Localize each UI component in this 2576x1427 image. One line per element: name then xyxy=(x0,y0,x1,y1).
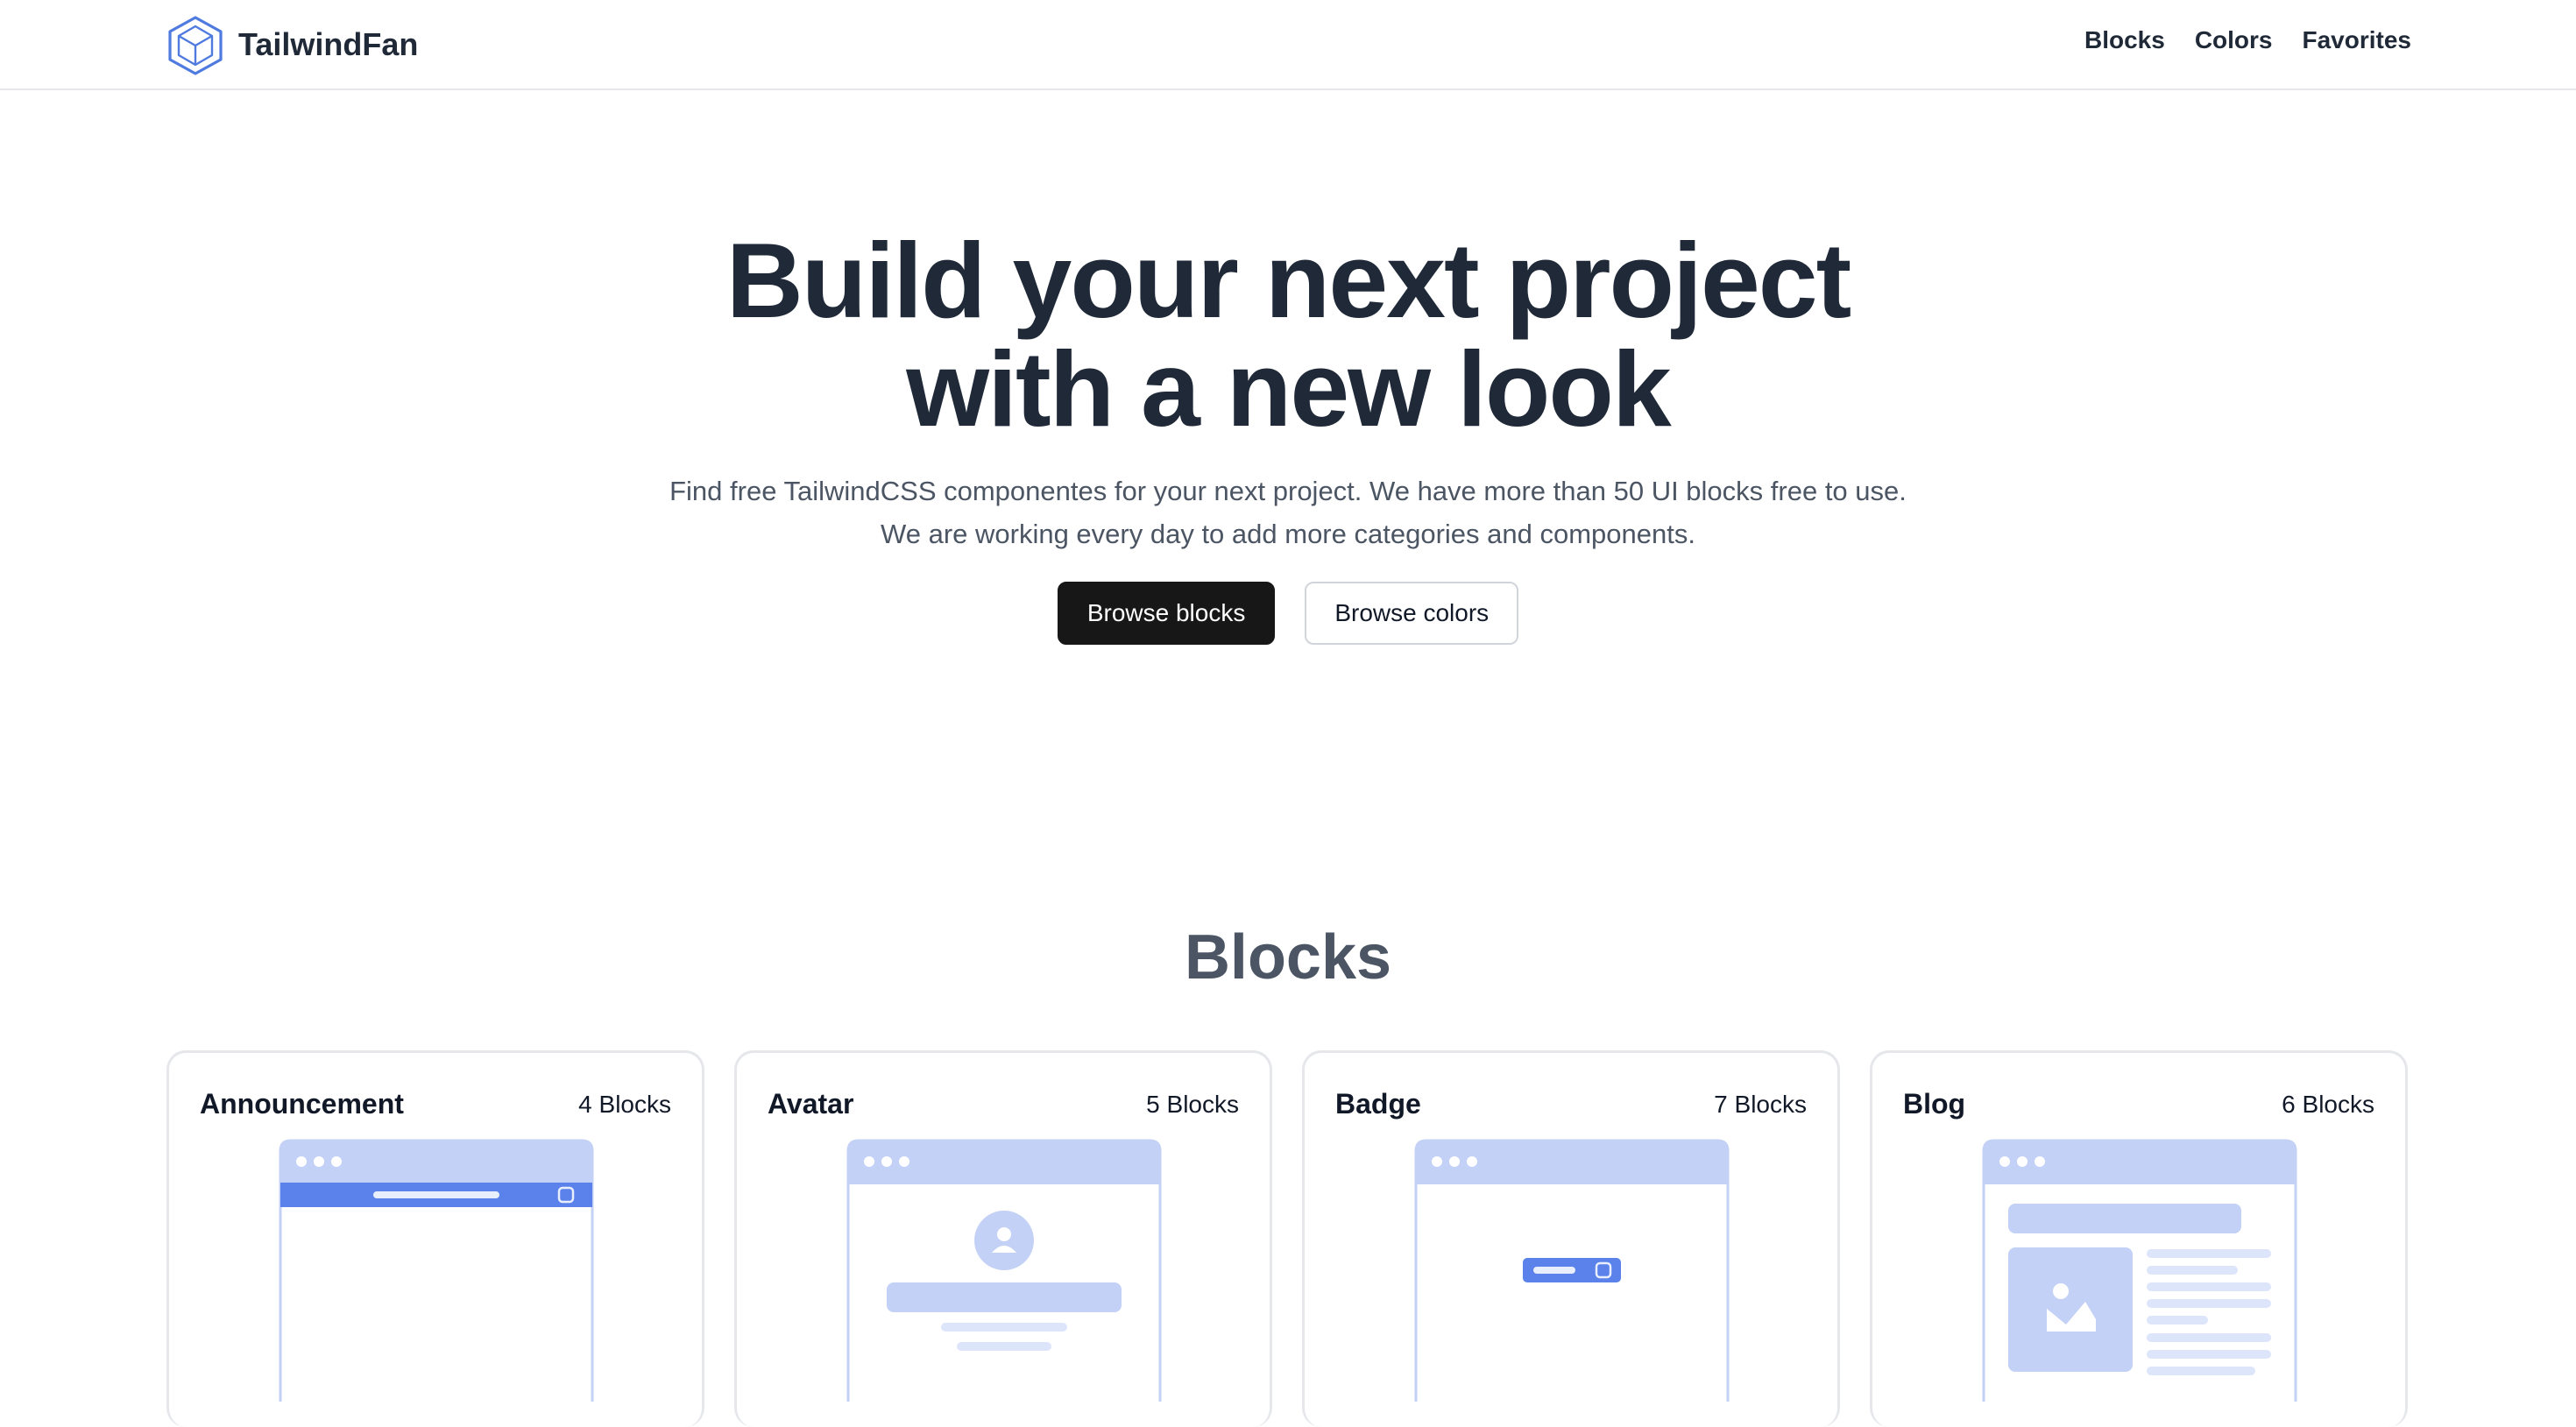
hero-title-line-2: with a new look xyxy=(906,329,1672,449)
nav-link-colors[interactable]: Colors xyxy=(2195,26,2273,54)
category-card-announcement[interactable]: Announcement 4 Blocks xyxy=(166,1050,704,1427)
badge-preview-illustration xyxy=(1414,1139,1730,1402)
card-block-count: 5 Blocks xyxy=(1146,1090,1239,1118)
cube-icon xyxy=(168,16,223,75)
hero-subtitle: Find free TailwindCSS componentes for yo… xyxy=(0,470,2576,555)
browse-blocks-button[interactable]: Browse blocks xyxy=(1057,582,1276,645)
category-card-badge[interactable]: Badge 7 Blocks xyxy=(1302,1050,1840,1427)
card-title: Announcement xyxy=(200,1088,404,1120)
hero-actions: Browse blocks Browse colors xyxy=(0,582,2576,645)
announcement-preview-illustration xyxy=(279,1139,594,1402)
hero-title-line-1: Build your next project xyxy=(725,221,1852,340)
hero-subtitle-line-1: Find free TailwindCSS componentes for yo… xyxy=(669,476,1907,506)
category-card-blog[interactable]: Blog 6 Blocks xyxy=(1870,1050,2408,1427)
card-title: Blog xyxy=(1903,1088,1966,1120)
hero-title: Build your next project with a new look xyxy=(0,226,2576,443)
main-nav: Blocks Colors Favorites xyxy=(2084,26,2411,54)
card-block-count: 4 Blocks xyxy=(578,1090,671,1118)
nav-link-favorites[interactable]: Favorites xyxy=(2303,26,2412,54)
card-header: Blog 6 Blocks xyxy=(1903,1088,2374,1120)
top-navbar: TailwindFan Blocks Colors Favorites xyxy=(0,0,2576,90)
brand-name: TailwindFan xyxy=(238,26,419,62)
card-title: Avatar xyxy=(768,1088,854,1120)
card-title: Badge xyxy=(1335,1088,1421,1120)
blog-preview-illustration xyxy=(1982,1139,2297,1402)
browse-colors-button[interactable]: Browse colors xyxy=(1305,582,1519,645)
card-header: Badge 7 Blocks xyxy=(1335,1088,1807,1120)
card-block-count: 6 Blocks xyxy=(2282,1090,2374,1118)
brand-link[interactable]: TailwindFan xyxy=(165,14,418,75)
card-block-count: 7 Blocks xyxy=(1714,1090,1807,1118)
hero-subtitle-line-2: We are working every day to add more cat… xyxy=(881,519,1695,549)
avatar-preview-illustration xyxy=(846,1139,1162,1402)
nav-link-blocks[interactable]: Blocks xyxy=(2084,26,2165,54)
blocks-section-title: Blocks xyxy=(1184,922,1392,993)
card-header: Avatar 5 Blocks xyxy=(768,1088,1239,1120)
card-header: Announcement 4 Blocks xyxy=(200,1088,671,1120)
block-category-grid: Announcement 4 Blocks Avatar 5 Blocks Ba… xyxy=(166,1050,2408,1427)
category-card-avatar[interactable]: Avatar 5 Blocks xyxy=(734,1050,1272,1427)
